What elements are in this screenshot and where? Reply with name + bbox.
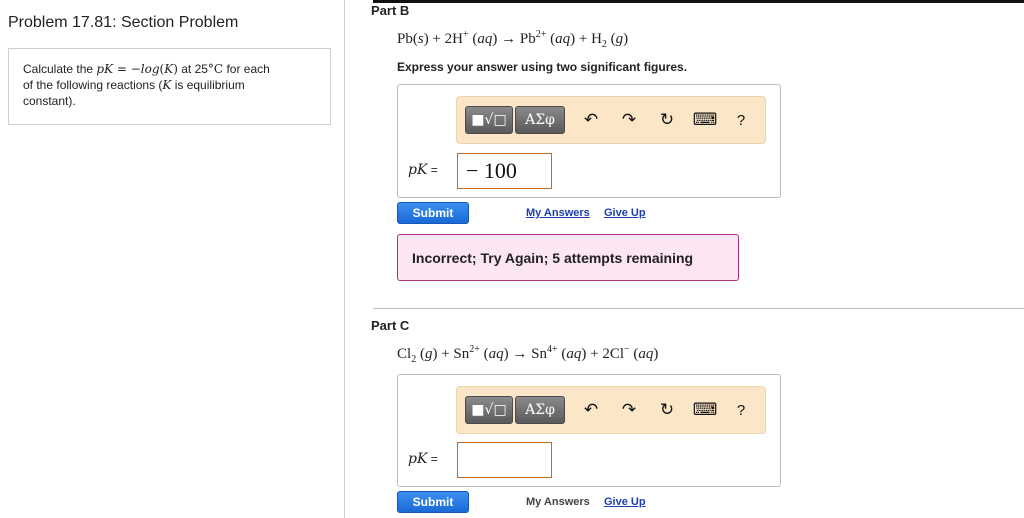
help-icon[interactable]: ? bbox=[729, 398, 753, 422]
part-divider bbox=[373, 308, 1024, 309]
help-icon[interactable]: ? bbox=[729, 108, 753, 132]
intro-pk: pK = −log(K) bbox=[96, 62, 178, 76]
problem-pane: Problem 17.81: Section Problem Calculate… bbox=[0, 0, 345, 518]
reset-icon[interactable]: ↻ bbox=[655, 108, 679, 132]
part-b-label: Part B bbox=[371, 3, 410, 18]
part-b-pk-label: pK = bbox=[408, 162, 438, 178]
part-b-my-answers-link[interactable]: My Answers bbox=[526, 207, 590, 219]
greek-symbols-button[interactable]: ΑΣφ bbox=[515, 106, 565, 134]
part-b-math-toolbar: ■√□ ΑΣφ ↶ ↷ ↻ ⌨ ? bbox=[456, 96, 766, 144]
part-c-math-toolbar: ■√□ ΑΣφ ↶ ↷ ↻ ⌨ ? bbox=[456, 386, 766, 434]
undo-icon[interactable]: ↶ bbox=[579, 398, 603, 422]
part-c-label: Part C bbox=[371, 318, 410, 333]
undo-icon[interactable]: ↶ bbox=[579, 108, 603, 132]
part-b-give-up-link[interactable]: Give Up bbox=[604, 207, 646, 219]
keyboard-icon[interactable]: ⌨ bbox=[693, 398, 718, 422]
redo-icon[interactable]: ↷ bbox=[617, 398, 641, 422]
part-c-answer-input[interactable] bbox=[457, 442, 552, 478]
problem-instructions: Calculate the pK = −log(K) at 25°C for e… bbox=[8, 48, 331, 125]
greek-symbols-button[interactable]: ΑΣφ bbox=[515, 396, 565, 424]
part-b-answer-box: ■√□ ΑΣφ ↶ ↷ ↻ ⌨ ? pK = − 100 bbox=[397, 84, 781, 198]
templates-button[interactable]: ■√□ bbox=[465, 396, 513, 424]
templates-button[interactable]: ■√□ bbox=[465, 106, 513, 134]
part-b-equation: Pb(s) + 2H+ (aq) → Pb2+ (aq) + H2 (g) bbox=[397, 29, 629, 50]
top-rule bbox=[373, 0, 1024, 3]
keyboard-icon[interactable]: ⌨ bbox=[693, 108, 718, 132]
reset-icon[interactable]: ↻ bbox=[655, 398, 679, 422]
part-b-answer-input[interactable]: − 100 bbox=[457, 153, 552, 189]
part-c-submit-button[interactable]: Submit bbox=[397, 491, 469, 513]
part-b-instruction: Express your answer using two significan… bbox=[397, 60, 688, 74]
part-c-my-answers-link[interactable]: My Answers bbox=[526, 496, 590, 508]
part-c-pk-label: pK = bbox=[408, 451, 438, 467]
intro-text: Calculate the bbox=[23, 62, 97, 76]
part-b-submit-button[interactable]: Submit bbox=[397, 202, 469, 224]
part-c-answer-box: ■√□ ΑΣφ ↶ ↷ ↻ ⌨ ? pK = bbox=[397, 374, 781, 487]
redo-icon[interactable]: ↷ bbox=[617, 108, 641, 132]
part-c-equation: Cl2 (g) + Sn2+ (aq) → Sn4+ (aq) + 2Cl− (… bbox=[397, 344, 659, 365]
part-b-feedback-message: Incorrect; Try Again; 5 attempts remaini… bbox=[397, 234, 739, 281]
problem-title: Problem 17.81: Section Problem bbox=[8, 14, 239, 31]
part-c-give-up-link[interactable]: Give Up bbox=[604, 496, 646, 508]
